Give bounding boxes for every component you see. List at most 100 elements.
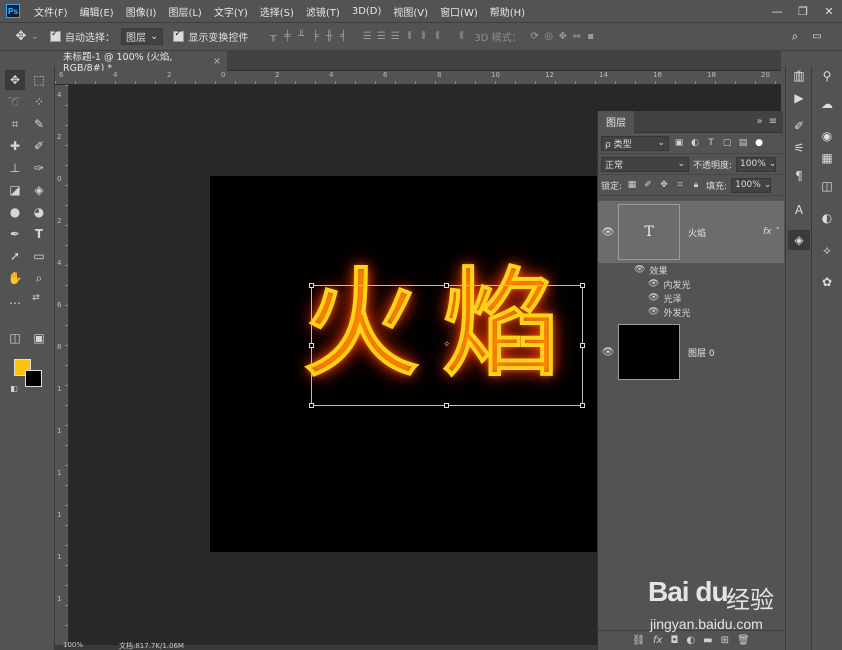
swatches-grid-icon[interactable]: ▦ bbox=[816, 148, 838, 168]
menu-file[interactable]: 文件(F) bbox=[28, 4, 74, 19]
move-tool-icon[interactable]: ✥ bbox=[5, 70, 25, 90]
brush-settings-icon[interactable]: ✐ bbox=[788, 116, 810, 136]
zoom-tool-icon[interactable]: ⌕ bbox=[29, 268, 49, 288]
distribute-bottom-icon[interactable]: ☰ bbox=[388, 31, 402, 42]
transform-handle[interactable] bbox=[309, 343, 314, 348]
auto-align-icon[interactable]: ⫴ bbox=[454, 31, 468, 42]
opacity-field[interactable]: 100% ⌄ bbox=[736, 156, 776, 172]
layer-row-pixel[interactable]: 👁︎ 图层 0 bbox=[598, 321, 784, 383]
layer-row-text[interactable]: 👁︎ T 火焰 fx ˄ bbox=[598, 201, 784, 263]
align-top-icon[interactable]: ╥ bbox=[266, 31, 280, 42]
filter-smart-object-icon[interactable]: ▤ bbox=[737, 138, 749, 148]
3d-drag-icon[interactable]: ✥ bbox=[556, 31, 570, 42]
transform-bounding-box[interactable]: ✧ bbox=[309, 283, 585, 408]
paths-icon[interactable]: ⟡ bbox=[816, 240, 838, 260]
panel-menu-icon[interactable]: ≡ bbox=[769, 116, 777, 127]
fill-field[interactable]: 100% ⌄ bbox=[731, 177, 771, 193]
search-icon[interactable]: ⌕ bbox=[788, 29, 802, 44]
visibility-eye-icon[interactable]: 👁︎ bbox=[648, 307, 659, 317]
menu-type[interactable]: 文字(Y) bbox=[208, 4, 254, 19]
paint-bucket-tool-icon[interactable]: ◈ bbox=[29, 180, 49, 200]
hand-tool-icon[interactable]: ✋ bbox=[5, 268, 25, 288]
menu-view[interactable]: 视图(V) bbox=[387, 4, 434, 19]
document-tab[interactable]: 未标题-1 @ 100% (火焰, RGB/8#) * × bbox=[55, 51, 227, 74]
effects-group-row[interactable]: 👁︎ 效果 bbox=[598, 263, 784, 277]
align-left-icon[interactable]: ╞ bbox=[308, 31, 322, 42]
menu-help[interactable]: 帮助(H) bbox=[484, 4, 531, 19]
workspace-switcher-icon[interactable]: ▭ bbox=[810, 31, 824, 42]
menu-3d[interactable]: 3D(D) bbox=[346, 6, 388, 17]
properties-icon[interactable]: ◫ bbox=[816, 176, 838, 196]
3d-roll-icon[interactable]: ◎ bbox=[542, 31, 556, 42]
pen-tool-icon[interactable]: ✒ bbox=[5, 224, 25, 244]
effect-row-inner-glow[interactable]: 👁︎ 内发光 bbox=[598, 277, 784, 291]
transform-handle[interactable] bbox=[580, 343, 585, 348]
distribute-right-icon[interactable]: ⦀ bbox=[430, 31, 444, 42]
visibility-eye-icon[interactable]: 👁︎ bbox=[648, 293, 659, 303]
menu-layer[interactable]: 图层(L) bbox=[162, 4, 207, 19]
history-brush-tool-icon[interactable]: ✑ bbox=[29, 158, 49, 178]
distribute-vcenter-icon[interactable]: ☰ bbox=[374, 31, 388, 42]
align-right-icon[interactable]: ╡ bbox=[336, 31, 350, 42]
screen-mode-icon[interactable]: ▣ bbox=[29, 328, 49, 348]
healing-brush-tool-icon[interactable]: ✚ bbox=[5, 136, 25, 156]
layer-filter-dropdown[interactable]: ρ 类型 ⌄ bbox=[601, 135, 669, 151]
filter-toggle-icon[interactable]: ● bbox=[753, 138, 765, 148]
path-select-tool-icon[interactable]: ➚ bbox=[5, 246, 25, 266]
3d-scale-icon[interactable]: ▪ bbox=[584, 31, 598, 42]
3d-slide-icon[interactable]: ⇔ bbox=[570, 31, 584, 42]
filter-shape-icon[interactable]: ▢ bbox=[721, 138, 733, 148]
zoom-level[interactable]: 100% bbox=[63, 641, 83, 649]
lock-artboard-icon[interactable]: ⌗ bbox=[674, 180, 686, 190]
effect-row-outer-glow[interactable]: 👁︎ 外发光 bbox=[598, 305, 784, 319]
marquee-tool-icon[interactable]: ⬚ bbox=[29, 70, 49, 90]
rectangle-tool-icon[interactable]: ▭ bbox=[29, 246, 49, 266]
align-vcenter-icon[interactable]: ╪ bbox=[280, 31, 294, 42]
clone-stamp-tool-icon[interactable]: ⊥ bbox=[5, 158, 25, 178]
lock-pixels-icon[interactable]: ✐ bbox=[642, 180, 654, 190]
blend-mode-dropdown[interactable]: 正常 ⌄ bbox=[601, 156, 689, 172]
layer-name[interactable]: 火焰 bbox=[688, 226, 706, 239]
libraries-cloud-icon[interactable]: ☁ bbox=[816, 94, 838, 114]
minimize-button[interactable]: — bbox=[764, 0, 790, 22]
layers-tab[interactable]: 图层 bbox=[598, 110, 634, 133]
filter-pixel-icon[interactable]: ▣ bbox=[673, 138, 685, 148]
layer-name[interactable]: 图层 0 bbox=[688, 346, 715, 359]
auto-select-checkbox[interactable] bbox=[50, 29, 61, 42]
history-panel-icon[interactable]: ▥ bbox=[788, 66, 810, 86]
menu-select[interactable]: 选择(S) bbox=[254, 4, 300, 19]
eraser-tool-icon[interactable]: ◪ bbox=[5, 180, 25, 200]
move-tool-icon[interactable]: ✥ bbox=[14, 29, 28, 44]
reference-point-icon[interactable]: ✧ bbox=[443, 340, 451, 350]
quick-select-tool-icon[interactable]: ⁘ bbox=[29, 92, 49, 112]
transform-handle[interactable] bbox=[444, 283, 449, 288]
menu-image[interactable]: 图像(I) bbox=[120, 4, 163, 19]
swap-colors-icon[interactable]: ⇄ bbox=[30, 292, 42, 304]
transform-handle[interactable] bbox=[309, 403, 314, 408]
chevron-up-icon[interactable]: ˄ bbox=[776, 227, 781, 237]
quick-mask-icon[interactable]: ◫ bbox=[5, 328, 25, 348]
channels-icon[interactable]: ◐ bbox=[816, 208, 838, 228]
lock-transparent-icon[interactable]: ▦ bbox=[626, 180, 638, 190]
adjustments-sliders-icon[interactable]: ⚟ bbox=[788, 138, 810, 158]
visibility-eye-icon[interactable]: 👁︎ bbox=[648, 279, 659, 289]
close-window-button[interactable]: ✕ bbox=[816, 0, 842, 22]
color-palette-icon[interactable]: ◉ bbox=[816, 126, 838, 146]
align-hcenter-icon[interactable]: ╫ bbox=[322, 31, 336, 42]
dodge-tool-icon[interactable]: ◕ bbox=[29, 202, 49, 222]
document-canvas[interactable]: 火焰 ✧ bbox=[210, 176, 630, 552]
visibility-eye-icon[interactable]: 👁︎ bbox=[598, 347, 618, 358]
menu-edit[interactable]: 编辑(E) bbox=[74, 4, 120, 19]
visibility-eye-icon[interactable]: 👁︎ bbox=[634, 265, 645, 275]
learn-bulb-icon[interactable]: ⚲ bbox=[816, 66, 838, 86]
blur-tool-icon[interactable]: ● bbox=[5, 202, 25, 222]
crop-tool-icon[interactable]: ⌗ bbox=[5, 114, 25, 134]
transform-handle[interactable] bbox=[580, 283, 585, 288]
3d-rotate-icon[interactable]: ⟳ bbox=[528, 31, 542, 42]
lock-all-icon[interactable]: 🔒︎ bbox=[690, 180, 702, 190]
effect-row-satin[interactable]: 👁︎ 光泽 bbox=[598, 291, 784, 305]
brush-tool-icon[interactable]: ✐ bbox=[29, 136, 49, 156]
close-icon[interactable]: × bbox=[213, 56, 221, 67]
default-colors-icon[interactable]: ◧ bbox=[9, 383, 19, 393]
eyedropper-tool-icon[interactable]: ✎ bbox=[29, 114, 49, 134]
